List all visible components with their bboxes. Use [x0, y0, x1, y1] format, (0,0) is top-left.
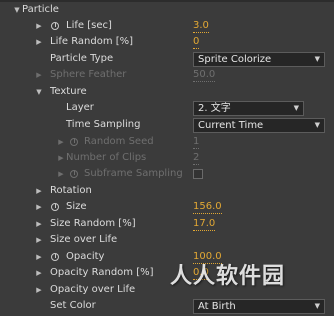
- size-value[interactable]: 156.0: [193, 200, 222, 214]
- triangle-right-icon: ▶: [36, 71, 42, 79]
- life-random-value[interactable]: 0: [193, 35, 200, 49]
- set-color-dropdown[interactable]: At Birth ▼: [193, 299, 325, 314]
- subframe-sampling-label: Subframe Sampling: [84, 168, 183, 179]
- size-label: Size: [66, 201, 87, 212]
- layer-value: 2. 文字: [198, 103, 231, 114]
- time-sampling-value: Current Time: [198, 120, 264, 131]
- property-life-random: ▶ Life Random [%] 0: [0, 34, 334, 50]
- triangle-right-icon[interactable]: ▶: [34, 216, 44, 232]
- texture-label: Texture: [50, 86, 87, 97]
- watermark-text: 人人软件园: [170, 264, 286, 289]
- size-random-value[interactable]: 17.0: [193, 217, 216, 231]
- triangle-right-icon: ▶: [58, 138, 64, 146]
- triangle-right-icon[interactable]: ▶: [34, 232, 44, 248]
- number-of-clips-label: Number of Clips: [66, 152, 147, 163]
- random-seed-value: 1: [193, 136, 200, 149]
- rotation-label: Rotation: [50, 185, 92, 196]
- property-size-random: ▶ Size Random [%] 17.0: [0, 216, 334, 232]
- opacity-label: Opacity: [66, 251, 105, 262]
- triangle-right-icon[interactable]: ▶: [34, 265, 44, 281]
- property-sphere-feather: ▶ Sphere Feather 50.0: [0, 67, 334, 83]
- group-size-over-life[interactable]: ▶ Size over Life: [0, 232, 334, 248]
- triangle-right-icon[interactable]: ▶: [34, 18, 44, 34]
- triangle-right-icon: ▶: [58, 170, 64, 178]
- property-layer: Layer 2. 文字 ▼: [0, 100, 334, 116]
- layer-dropdown[interactable]: 2. 文字 ▼: [193, 101, 304, 116]
- particle-type-label: Particle Type: [50, 53, 114, 64]
- property-subframe-sampling: ▶ Subframe Sampling: [0, 166, 334, 182]
- stopwatch-icon: [70, 170, 78, 178]
- chevron-down-icon: ▼: [314, 121, 320, 129]
- triangle-right-icon[interactable]: ▶: [34, 34, 44, 50]
- triangle-right-icon[interactable]: ▶: [34, 199, 44, 215]
- layer-label: Layer: [66, 102, 94, 113]
- triangle-right-icon: ▶: [58, 154, 64, 162]
- triangle-down-icon[interactable]: ▼: [12, 2, 22, 18]
- life-value[interactable]: 3.0: [193, 19, 209, 33]
- stopwatch-icon[interactable]: [51, 22, 59, 30]
- group-particle[interactable]: ▼ Particle: [0, 2, 334, 18]
- opacity-over-life-label: Opacity over Life: [50, 284, 136, 295]
- property-number-of-clips: ▶ Number of Clips 2: [0, 150, 334, 166]
- effect-controls-panel: ▼ Particle ▶ Life [sec] 3.0 ▶ Life Rando…: [0, 0, 334, 316]
- property-random-seed: ▶ Random Seed 1: [0, 134, 334, 150]
- sphere-feather-label: Sphere Feather: [50, 69, 127, 80]
- stopwatch-icon[interactable]: [51, 203, 59, 211]
- life-label: Life [sec]: [66, 20, 112, 31]
- subframe-sampling-checkbox: [193, 169, 203, 179]
- particle-type-dropdown[interactable]: Sprite Colorize ▼: [193, 52, 325, 67]
- set-color-label: Set Color: [50, 300, 96, 311]
- sphere-feather-value: 50.0: [193, 69, 216, 82]
- triangle-right-icon[interactable]: ▶: [34, 282, 44, 298]
- group-texture[interactable]: ▼ Texture: [0, 84, 334, 100]
- property-time-sampling: Time Sampling Current Time ▼: [0, 117, 334, 133]
- property-size: ▶ Size 156.0: [0, 199, 334, 215]
- group-particle-label: Particle: [22, 4, 59, 15]
- set-color-value: At Birth: [198, 301, 236, 312]
- random-seed-label: Random Seed: [84, 136, 154, 147]
- chevron-down-icon: ▼: [314, 302, 320, 310]
- time-sampling-dropdown[interactable]: Current Time ▼: [193, 118, 325, 133]
- triangle-right-icon[interactable]: ▶: [34, 249, 44, 265]
- stopwatch-icon: [70, 138, 78, 146]
- time-sampling-label: Time Sampling: [66, 119, 141, 130]
- particle-type-value: Sprite Colorize: [198, 54, 272, 65]
- life-random-label: Life Random [%]: [50, 36, 134, 47]
- size-over-life-label: Size over Life: [50, 234, 118, 245]
- chevron-down-icon: ▼: [314, 55, 320, 63]
- triangle-down-icon[interactable]: ▼: [34, 84, 44, 100]
- opacity-random-label: Opacity Random [%]: [50, 267, 154, 278]
- group-rotation[interactable]: ▶ Rotation: [0, 183, 334, 199]
- property-set-color: Set Color At Birth ▼: [0, 298, 334, 314]
- size-random-label: Size Random [%]: [50, 218, 136, 229]
- chevron-down-icon: ▼: [293, 104, 299, 112]
- triangle-right-icon[interactable]: ▶: [34, 183, 44, 199]
- stopwatch-icon[interactable]: [51, 253, 59, 261]
- property-life: ▶ Life [sec] 3.0: [0, 18, 334, 34]
- property-particle-type: Particle Type Sprite Colorize ▼: [0, 51, 334, 67]
- number-of-clips-value: 2: [193, 152, 200, 165]
